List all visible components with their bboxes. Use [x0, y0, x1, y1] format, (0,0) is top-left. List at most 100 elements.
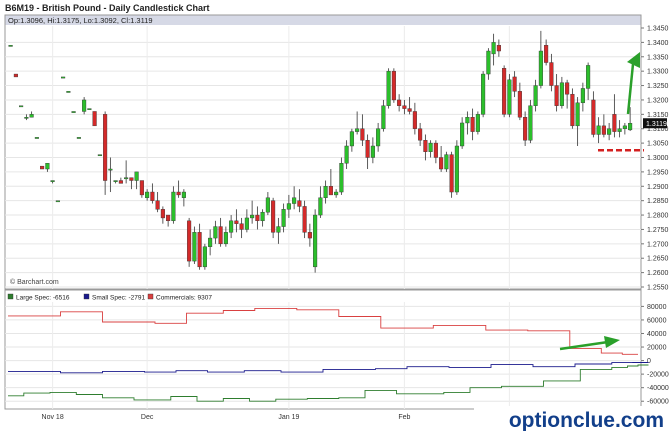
candle — [528, 99, 533, 144]
legend-swatch — [7, 293, 14, 300]
candle-body — [486, 50, 491, 75]
price-tick-label: 1.2950 — [647, 169, 669, 176]
candle-body — [223, 232, 228, 245]
candle-body — [549, 62, 554, 86]
candle-body — [160, 209, 165, 219]
x-tick-label: Nov 18 — [42, 414, 64, 421]
candle-body — [496, 45, 501, 52]
price-tick-label: 1.3150 — [647, 112, 669, 119]
candle-body — [397, 99, 402, 106]
candle-body — [370, 145, 375, 158]
barchart-credit: © Barchart.com — [10, 278, 59, 286]
candle-body — [34, 137, 39, 139]
candle-body — [134, 171, 139, 181]
chart-svg: B6M19 - British Pound - Daily Candlestic… — [0, 0, 670, 431]
candle-body — [381, 105, 386, 129]
legend-swatch — [83, 293, 90, 300]
price-tick-label: 1.2600 — [647, 270, 669, 277]
candle — [34, 137, 39, 139]
candle-body — [187, 220, 192, 262]
candle — [302, 200, 307, 239]
candle-body — [13, 73, 18, 78]
candle-body — [596, 125, 601, 135]
candle-body — [118, 180, 123, 184]
candle-body — [502, 68, 507, 115]
candle-body — [297, 200, 302, 207]
candle-body — [580, 88, 585, 104]
candle — [313, 209, 318, 273]
candle-body — [538, 50, 543, 86]
candle-body — [202, 246, 207, 268]
candle-body — [61, 76, 66, 79]
candle — [570, 88, 575, 129]
candle — [71, 111, 76, 113]
candle-body — [512, 76, 517, 92]
candle-body — [24, 117, 29, 119]
candle-body — [66, 91, 71, 93]
candle-body — [113, 180, 118, 182]
candle — [481, 71, 486, 118]
candle-body — [55, 200, 60, 203]
candle-body — [517, 91, 522, 118]
candle-body — [570, 93, 575, 127]
candle — [8, 45, 13, 47]
candle-body — [76, 137, 81, 139]
candle-body — [533, 85, 538, 106]
candle-body — [50, 180, 55, 182]
price-tick-label: 1.3050 — [647, 141, 669, 148]
candle — [444, 151, 449, 172]
x-tick-label: Feb — [398, 414, 410, 421]
price-tick-label: 1.2700 — [647, 241, 669, 248]
candle — [454, 140, 459, 195]
candle-body — [575, 102, 580, 127]
candle — [40, 165, 45, 170]
candle-body — [145, 191, 150, 198]
cot-tick-label: -20000 — [647, 372, 669, 379]
candle-body — [586, 65, 591, 89]
candle-body — [276, 226, 281, 233]
price-tick-label: 1.2900 — [647, 184, 669, 191]
candle-body — [171, 191, 176, 222]
candle-body — [481, 73, 486, 115]
candle-body — [302, 206, 307, 233]
candle-body — [192, 232, 197, 262]
candle-body — [19, 105, 24, 108]
candle-body — [454, 145, 459, 193]
candle-body — [239, 223, 244, 230]
candle-body — [129, 177, 134, 181]
candle-body — [386, 70, 391, 106]
candle-body — [71, 111, 76, 113]
cot-tick-label: 60000 — [647, 317, 667, 324]
candle-body — [491, 42, 496, 55]
candle-body — [124, 177, 129, 180]
candle-body — [328, 186, 333, 196]
price-tick-label: 1.2800 — [647, 213, 669, 220]
candle — [339, 157, 344, 195]
candle — [449, 151, 454, 198]
candle-body — [470, 117, 475, 132]
cot-tick-label: 20000 — [647, 345, 667, 352]
candle — [192, 226, 197, 264]
candle-body — [250, 214, 255, 219]
candle-body — [622, 125, 627, 129]
candle-body — [176, 191, 181, 196]
price-tick-label: 1.3000 — [647, 155, 669, 162]
candle — [19, 105, 24, 108]
candle-body — [612, 114, 617, 132]
candle — [13, 73, 18, 78]
candle — [76, 137, 81, 139]
candle-body — [339, 163, 344, 193]
candle-body — [334, 191, 339, 196]
candle-body — [412, 111, 417, 129]
candle-body — [617, 128, 622, 132]
candle-body — [565, 82, 570, 95]
candle — [507, 74, 512, 118]
x-tick-label: Jan 19 — [278, 414, 299, 421]
candle-body — [271, 200, 276, 233]
candle-body — [307, 232, 312, 239]
candle-body — [418, 128, 423, 141]
candle-body — [313, 214, 318, 268]
candle — [61, 76, 66, 79]
chart-window: B6M19 - British Pound - Daily Candlestic… — [0, 0, 670, 431]
candle — [202, 243, 207, 270]
